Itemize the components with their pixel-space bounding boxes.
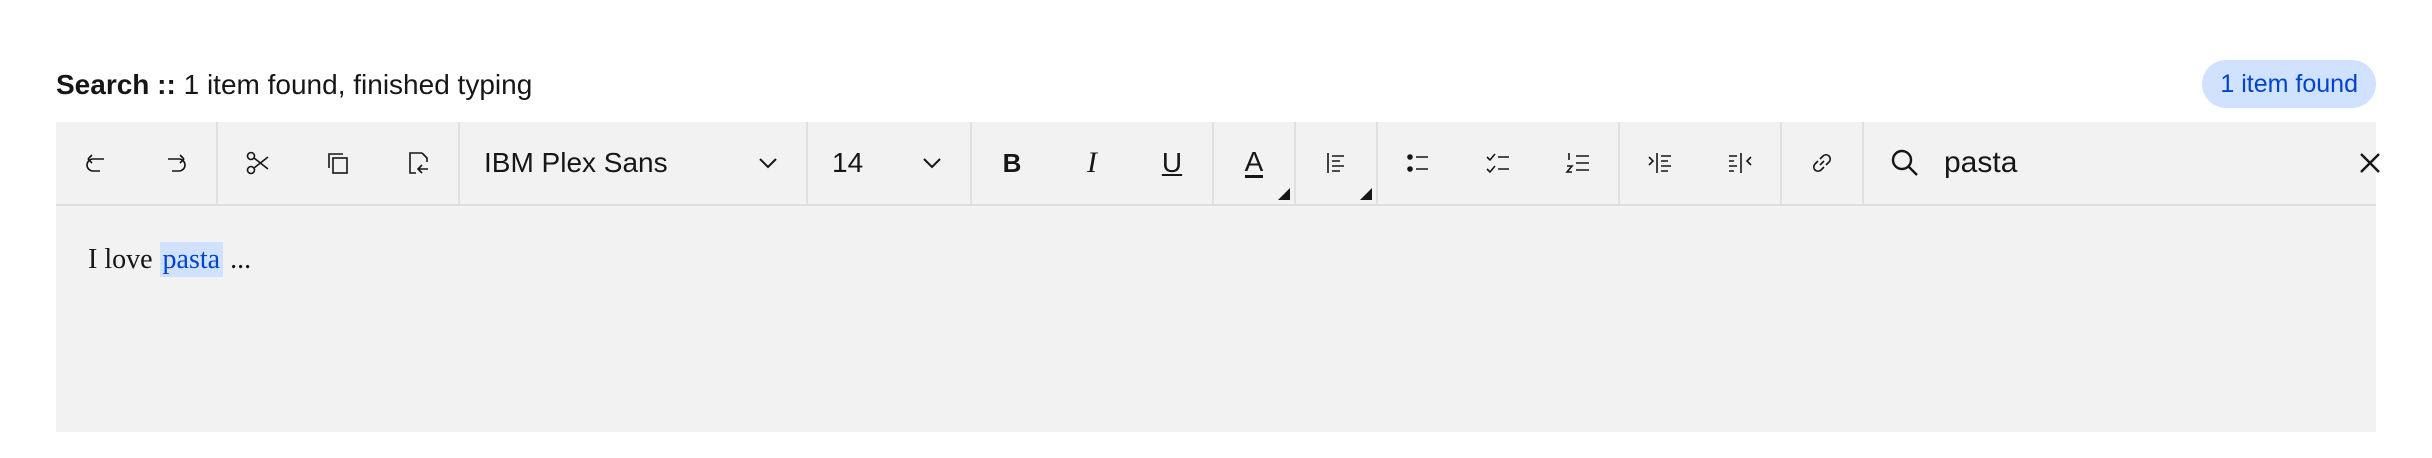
- link-group: [1782, 122, 1864, 204]
- dropdown-corner-icon: [1360, 188, 1372, 200]
- history-group: [56, 122, 218, 204]
- list-group: [1378, 122, 1620, 204]
- close-icon: [2360, 153, 2380, 173]
- numbered-list-icon: [1565, 153, 1589, 173]
- indent-button[interactable]: [1620, 122, 1700, 204]
- text-color-icon: A: [1244, 145, 1264, 178]
- align-left-icon: [1327, 153, 1344, 173]
- numbered-list-button[interactable]: [1538, 122, 1618, 204]
- bullet-list-button[interactable]: [1378, 122, 1458, 204]
- clipboard-group: [218, 122, 460, 204]
- alignment-group: [1296, 122, 1378, 204]
- search-box: [1864, 122, 2410, 204]
- text-color-button[interactable]: A: [1214, 122, 1294, 204]
- dropdown-corner-icon: [1278, 188, 1290, 200]
- chevron-down-icon: [759, 158, 777, 169]
- copy-button[interactable]: [298, 122, 378, 204]
- text-color-group: A: [1214, 122, 1296, 204]
- search-status-row: Search :: 1 item found, finished typing …: [56, 60, 2376, 110]
- font-family-group: IBM Plex Sans: [460, 122, 808, 204]
- indent-group: [1620, 122, 1782, 204]
- redo-button[interactable]: [136, 122, 216, 204]
- checklist-icon: [1486, 153, 1509, 174]
- indent-icon: [1648, 153, 1671, 173]
- search-input[interactable]: [1944, 133, 2330, 193]
- search-status-prefix: Search ::: [56, 69, 176, 100]
- search-status-message: 1 item found, finished typing: [183, 69, 533, 100]
- search-status-text: Search :: 1 item found, finished typing: [56, 65, 532, 105]
- bold-icon: B: [1002, 147, 1022, 178]
- outdent-button[interactable]: [1700, 122, 1780, 204]
- font-size-value: 14: [832, 147, 864, 178]
- undo-icon: [86, 154, 104, 172]
- italic-button[interactable]: I: [1052, 122, 1132, 204]
- undo-button[interactable]: [56, 122, 136, 204]
- paste-button[interactable]: [378, 122, 458, 204]
- text-style-group: B I U: [972, 122, 1214, 204]
- rich-text-editor: IBM Plex Sans 14 B I U A pasta I love pa…: [56, 122, 2380, 432]
- editor-toolbar: IBM Plex Sans 14 B I U A: [56, 122, 2380, 206]
- content-text-before: I love: [88, 244, 160, 275]
- copy-icon: [328, 153, 348, 174]
- outdent-icon: [1729, 153, 1752, 173]
- italic-icon: I: [1087, 146, 1097, 179]
- redo-icon: [168, 154, 186, 172]
- link-icon: [1812, 153, 1832, 173]
- search-match-highlight: pasta: [159, 242, 224, 277]
- underline-icon: U: [1161, 147, 1183, 178]
- font-size-group: 14: [808, 122, 972, 204]
- bold-button[interactable]: B: [972, 122, 1052, 204]
- chevron-down-icon: [923, 158, 941, 169]
- font-family-value: IBM Plex Sans: [484, 147, 668, 178]
- results-count-badge: 1 item found: [2202, 60, 2376, 108]
- clear-search-button[interactable]: [2330, 123, 2410, 203]
- checklist-button[interactable]: [1458, 122, 1538, 204]
- paste-icon: [409, 152, 428, 174]
- underline-button[interactable]: U: [1132, 122, 1212, 204]
- bullet-list-icon: [1407, 154, 1428, 172]
- align-button[interactable]: [1296, 122, 1376, 204]
- cut-button[interactable]: [218, 122, 298, 204]
- font-family-select[interactable]: IBM Plex Sans: [460, 122, 806, 204]
- editor-content[interactable]: I love pasta ...: [88, 240, 251, 280]
- content-text-after: ...: [223, 244, 252, 275]
- font-size-select[interactable]: 14: [808, 122, 970, 204]
- search-icon: [1891, 149, 1918, 176]
- link-button[interactable]: [1782, 122, 1862, 204]
- scissors-icon: [246, 151, 269, 175]
